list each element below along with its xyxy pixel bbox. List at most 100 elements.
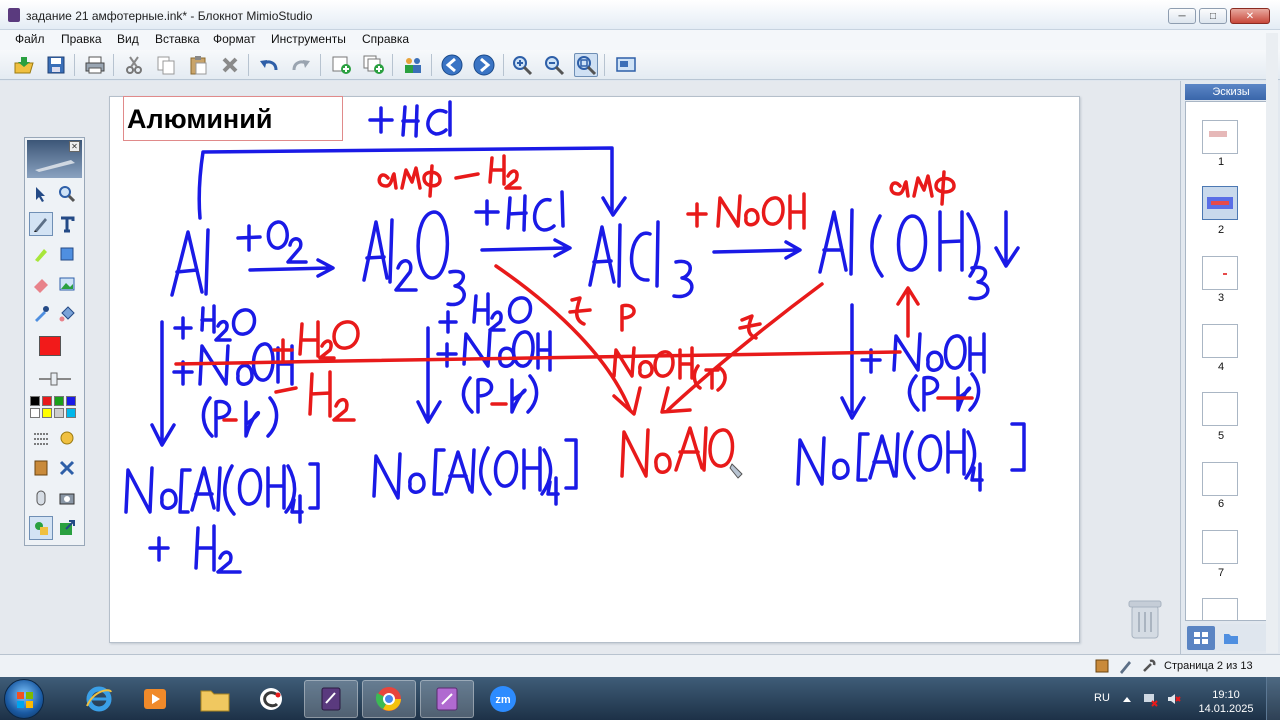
pen-status-icon[interactable] xyxy=(1118,658,1134,674)
swatch-blue[interactable] xyxy=(66,396,76,406)
show-desktop-button[interactable] xyxy=(1266,677,1280,720)
current-color-swatch[interactable] xyxy=(39,336,61,356)
thumbnail-list: 1 2 3 4 5 6 7 xyxy=(1185,101,1277,621)
zoom-out-button[interactable] xyxy=(542,53,566,77)
cut-button[interactable] xyxy=(122,53,146,77)
clock[interactable]: 19:10 14.01.2025 xyxy=(1198,688,1254,716)
zoom-tool[interactable] xyxy=(55,182,79,206)
language-indicator[interactable]: RU xyxy=(1094,692,1110,704)
chrome-icon xyxy=(375,687,401,711)
back-button[interactable] xyxy=(440,53,464,77)
task-zoom[interactable]: zm xyxy=(476,680,530,718)
tab-gallery[interactable] xyxy=(1217,626,1245,650)
heading-box[interactable]: Алюминий xyxy=(123,96,343,141)
eyedropper-icon xyxy=(35,306,49,322)
swatch-yellow[interactable] xyxy=(42,408,52,418)
swatch-red[interactable] xyxy=(42,396,52,406)
gallery-tool[interactable] xyxy=(29,516,53,540)
start-button[interactable] xyxy=(4,679,44,719)
thumbnail-1[interactable] xyxy=(1202,120,1238,154)
tab-thumbnails[interactable] xyxy=(1187,626,1215,650)
screen-button[interactable] xyxy=(614,53,638,77)
thumbnail-8[interactable] xyxy=(1202,598,1238,620)
copy-icon xyxy=(157,56,175,75)
menu-view[interactable]: Вид xyxy=(117,32,139,46)
wrench-icon[interactable] xyxy=(1141,658,1157,674)
zoom-fit-button[interactable] xyxy=(574,53,598,77)
paste-button[interactable] xyxy=(186,53,210,77)
menu-tools[interactable]: Инструменты xyxy=(271,32,346,46)
tray-expand-icon[interactable] xyxy=(1122,695,1132,703)
c-app-icon xyxy=(260,688,282,710)
square-icon xyxy=(60,247,74,261)
book-icon[interactable] xyxy=(1094,658,1110,674)
minimize-icon: ─ xyxy=(1178,10,1186,22)
transparency-tool[interactable] xyxy=(55,426,79,450)
open-button[interactable] xyxy=(12,53,36,77)
thumbnail-3[interactable] xyxy=(1202,256,1238,290)
screen-capture-tool[interactable] xyxy=(55,486,79,510)
line-style-tool[interactable] xyxy=(29,426,53,450)
swatch-cyan[interactable] xyxy=(66,408,76,418)
eyedropper-tool[interactable] xyxy=(29,302,53,326)
swatch-green[interactable] xyxy=(54,396,64,406)
eraser-tool[interactable] xyxy=(29,272,53,296)
redo-button[interactable] xyxy=(289,53,313,77)
network-icon[interactable] xyxy=(1142,691,1158,707)
zoom-in-button[interactable] xyxy=(510,53,534,77)
trash-icon[interactable] xyxy=(1127,598,1163,640)
delete-button[interactable] xyxy=(218,53,242,77)
window-scrollbar[interactable] xyxy=(1266,33,1278,653)
forward-button[interactable] xyxy=(472,53,496,77)
minimize-button[interactable]: ─ xyxy=(1168,8,1196,24)
mouse-tool[interactable] xyxy=(29,486,53,510)
menu-insert[interactable]: Вставка xyxy=(155,32,200,46)
swatch-black[interactable] xyxy=(30,396,40,406)
menu-help[interactable]: Справка xyxy=(362,32,409,46)
folder-task-icon xyxy=(200,690,230,712)
undo-button[interactable] xyxy=(257,53,281,77)
notebook-page[interactable] xyxy=(109,96,1080,643)
close-button[interactable]: ✕ xyxy=(1230,8,1270,24)
palette-close-button[interactable]: ✕ xyxy=(69,141,80,152)
task-explorer[interactable] xyxy=(188,680,242,718)
highlighter-tool[interactable] xyxy=(29,242,53,266)
menu-file[interactable]: Файл xyxy=(15,32,45,46)
maximize-button[interactable]: □ xyxy=(1199,8,1227,24)
task-app-c[interactable] xyxy=(244,680,298,718)
pen-tool[interactable] xyxy=(29,212,53,236)
menu-edit[interactable]: Правка xyxy=(61,32,102,46)
fill-tool[interactable] xyxy=(55,302,79,326)
thumbnail-4[interactable] xyxy=(1202,324,1238,358)
task-notebook[interactable] xyxy=(420,680,474,718)
save-button[interactable] xyxy=(44,53,68,77)
launch-tool[interactable] xyxy=(55,516,79,540)
duplicate-page-button[interactable] xyxy=(362,53,386,77)
menu-format[interactable]: Формат xyxy=(213,32,256,46)
swatch-none[interactable] xyxy=(54,408,64,418)
thumbnails-title: Эскизы xyxy=(1185,84,1277,100)
tools-tool[interactable] xyxy=(55,456,79,480)
recorder-tool[interactable] xyxy=(29,456,53,480)
task-chrome[interactable] xyxy=(362,680,416,718)
image-tool[interactable] xyxy=(55,272,79,296)
task-media[interactable] xyxy=(128,680,182,718)
thumbnail-5[interactable] xyxy=(1202,392,1238,426)
thumbnail-2[interactable] xyxy=(1202,186,1238,220)
thickness-slider[interactable] xyxy=(37,372,73,386)
close-icon: ✕ xyxy=(1245,10,1255,22)
text-tool[interactable] xyxy=(55,212,79,236)
swatch-white[interactable] xyxy=(30,408,40,418)
select-tool[interactable] xyxy=(29,182,53,206)
new-page-button[interactable] xyxy=(330,53,354,77)
thumbnail-6[interactable] xyxy=(1202,462,1238,496)
users-button[interactable] xyxy=(401,53,425,77)
thumbnail-7[interactable] xyxy=(1202,530,1238,564)
task-ie[interactable] xyxy=(72,680,126,718)
grid-icon xyxy=(1194,632,1208,644)
volume-icon[interactable] xyxy=(1166,691,1182,707)
copy-button[interactable] xyxy=(154,53,178,77)
print-button[interactable] xyxy=(83,53,107,77)
task-mimio[interactable] xyxy=(304,680,358,718)
shape-tool[interactable] xyxy=(55,242,79,266)
